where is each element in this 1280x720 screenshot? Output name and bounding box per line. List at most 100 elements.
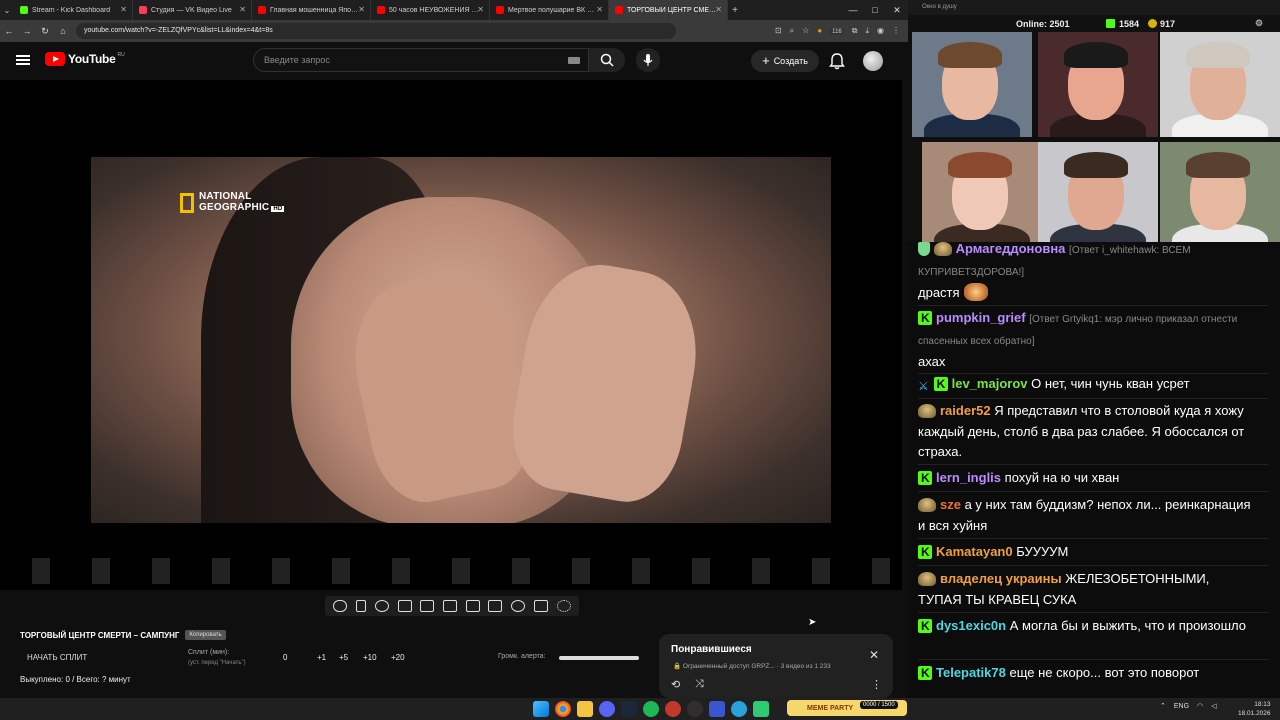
hamburger-menu-icon[interactable] (16, 55, 30, 65)
view-tool-icon[interactable] (397, 600, 412, 612)
plus-icon: + (762, 53, 770, 68)
close-tab-icon[interactable]: ✕ (358, 5, 365, 14)
media-player-icon[interactable] (709, 701, 725, 717)
telegram-icon[interactable] (731, 701, 747, 717)
video-frame[interactable]: NATIONAL GEOGRAPHIC HD (91, 157, 831, 523)
copy-title-button[interactable]: Копировать (185, 630, 226, 640)
forward-icon[interactable]: → (18, 26, 36, 36)
tab-kick-dashboard[interactable]: Stream - Kick Dashboard ✕ (14, 0, 133, 20)
chat-username[interactable]: Telepatik78 (936, 665, 1006, 680)
chat-username[interactable]: dys1exic0n (936, 618, 1006, 633)
cinema-tool-icon[interactable] (420, 600, 435, 612)
chrome-icon[interactable] (555, 701, 571, 717)
profile-icon[interactable]: ◉ (877, 26, 884, 36)
close-tab-icon[interactable]: ✕ (239, 5, 246, 14)
loop-tool-icon[interactable] (333, 600, 348, 612)
close-tab-icon[interactable]: ✕ (477, 5, 484, 14)
screenshot-camera-icon[interactable] (533, 600, 548, 612)
liked-playlist-panel: Понравившиеся ✕ 🔒 Ограниченный доступ GR… (659, 634, 893, 698)
menu-dots-icon[interactable]: ⋮ (892, 26, 900, 36)
tab-youtube-active[interactable]: ТОРГОВЫЙ ЦЕНТР СМЕРТИ ✕ (609, 0, 728, 20)
zoom-icon[interactable]: ⌕ (790, 26, 794, 36)
discord-icon[interactable] (599, 701, 615, 717)
new-tab-button[interactable]: + (728, 5, 742, 16)
natgeo-text: NATIONAL GEOGRAPHIC HD (199, 191, 285, 215)
download-icon[interactable]: ⤓ (865, 26, 869, 36)
extension-counter-icon[interactable]: 116 (830, 26, 844, 36)
close-window-button[interactable]: ✕ (886, 0, 908, 20)
close-tab-icon[interactable]: ✕ (120, 5, 127, 14)
resize-tool-icon[interactable] (442, 600, 457, 612)
youtube-logo[interactable]: YouTube RU (45, 52, 125, 66)
alert-volume-slider[interactable] (559, 656, 639, 660)
volume-icon[interactable]: ◁ (1211, 702, 1216, 710)
windows-start-icon[interactable] (533, 701, 549, 717)
chat-username[interactable]: Армагеддоновна (956, 242, 1066, 256)
keyboard-icon[interactable] (568, 57, 580, 64)
create-label: Создать (773, 56, 808, 66)
chat-username[interactable]: sze (940, 497, 961, 512)
sort-tool-icon[interactable] (356, 600, 367, 612)
voice-search-button[interactable] (636, 48, 660, 72)
online-counter: Online: 2501 (1016, 19, 1070, 29)
chat-username[interactable]: raider52 (940, 403, 991, 418)
minimize-button[interactable]: — (842, 0, 864, 20)
chat-username[interactable]: lev_majorov (952, 376, 1028, 391)
speed-tool-icon[interactable] (511, 600, 526, 612)
extension-dot-icon[interactable]: ● (817, 26, 822, 36)
settings-gear-icon[interactable] (556, 600, 571, 612)
add-10-button[interactable]: +10 (363, 653, 391, 662)
obs-icon[interactable] (687, 701, 703, 717)
playlist-shuffle-icon[interactable]: ⤨ (695, 678, 704, 691)
close-tab-icon[interactable]: ✕ (596, 5, 603, 14)
settings-icon[interactable]: ⚙ (1255, 18, 1263, 29)
add-20-button[interactable]: +20 (391, 653, 419, 662)
puzzle-icon[interactable]: ⧉ (852, 26, 858, 36)
tray-chevron-icon[interactable]: ⌃ (1160, 702, 1166, 710)
webcam-5 (1038, 142, 1158, 247)
chat-username[interactable]: lern_inglis (936, 470, 1001, 485)
liked-playlist-title[interactable]: Понравившиеся (671, 644, 752, 655)
playlist-more-icon[interactable]: ⋮ (871, 678, 882, 691)
chat-username[interactable]: pumpkin_grief (936, 310, 1026, 325)
steam-icon[interactable] (621, 701, 637, 717)
tab-list-icon[interactable]: ⌄ (0, 6, 14, 15)
chat-badges (918, 570, 936, 590)
chat-text: а у них там буддизм? непох ли... реинкар… (918, 497, 1251, 533)
home-icon[interactable]: ⌂ (54, 26, 72, 36)
recorder-icon[interactable] (665, 701, 681, 717)
close-tab-icon[interactable]: ✕ (715, 5, 722, 14)
add-5-button[interactable]: +5 (339, 653, 363, 662)
add-1-button[interactable]: +1 (317, 653, 339, 662)
chat-username[interactable]: владелец украины (940, 571, 1062, 586)
account-avatar[interactable] (863, 51, 883, 71)
spotify-icon[interactable] (643, 701, 659, 717)
system-clock[interactable]: 18:13 18.01.2026 (1238, 700, 1271, 718)
search-input[interactable]: Введите запрос (253, 48, 589, 72)
search-button[interactable] (589, 48, 625, 72)
url-field[interactable]: youtube.com/watch?v=-ZELZQfVPYc&list=LL&… (76, 23, 676, 39)
tab-vk-studio[interactable]: Студия — VK Видео Live ✕ (133, 0, 252, 20)
tab-youtube-4[interactable]: 50 часов НЕУВОЖЕНИЯ в SAM✕ (371, 0, 490, 20)
playlist-loop-icon[interactable]: ⟲ (671, 678, 680, 691)
create-button[interactable]: + Создать (751, 50, 819, 72)
chat-username[interactable]: Kamatayan0 (936, 544, 1013, 559)
tab-youtube-5[interactable]: Мертвое полушарие ВК КЛИ ✕ (490, 0, 609, 20)
close-playlist-button[interactable]: ✕ (869, 648, 879, 662)
audio-tool-icon[interactable] (374, 600, 389, 612)
reload-icon[interactable]: ↻ (36, 26, 54, 37)
explorer-icon[interactable] (577, 701, 593, 717)
tab-youtube-3[interactable]: Главная мошенница Японии ✕ (252, 0, 371, 20)
start-split-button[interactable]: НАЧАТЬ СПЛИТ (27, 653, 87, 662)
back-icon[interactable]: ← (0, 26, 18, 36)
user-avatar-icon (918, 571, 936, 586)
star-icon[interactable]: ☆ (802, 26, 809, 36)
app-icon[interactable] (753, 701, 769, 717)
install-icon[interactable]: ⊡ (775, 26, 782, 36)
maximize-button[interactable]: □ (864, 0, 886, 20)
pip-tool-icon[interactable] (488, 600, 503, 612)
wifi-icon[interactable]: ◠ (1197, 702, 1203, 710)
notifications-bell-icon[interactable] (829, 52, 845, 70)
frame-tool-icon[interactable] (465, 600, 480, 612)
language-indicator[interactable]: ENG (1174, 703, 1189, 710)
